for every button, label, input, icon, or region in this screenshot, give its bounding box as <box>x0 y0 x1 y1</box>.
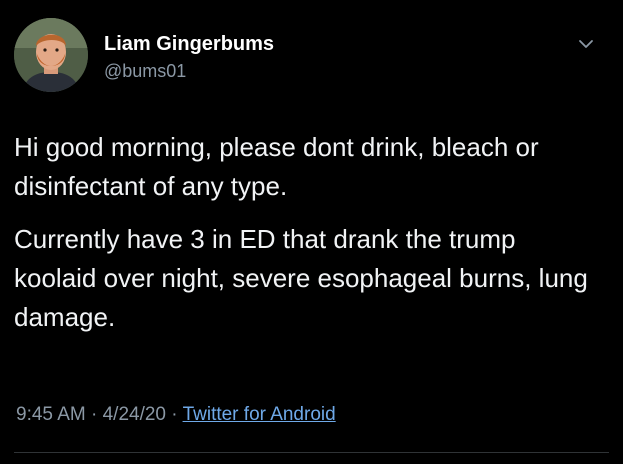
tweet-paragraph: Currently have 3 in ED that drank the tr… <box>14 224 588 332</box>
tweet-source-link[interactable]: Twitter for Android <box>183 404 336 425</box>
tweet-paragraph: Hi good morning, please dont drink, blea… <box>14 132 539 201</box>
tweet-card: Liam Gingerbums @bums01 Hi good morning,… <box>0 0 623 464</box>
tweet-time[interactable]: 9:45 AM <box>16 404 86 425</box>
author-display-name[interactable]: Liam Gingerbums <box>104 33 274 56</box>
author-handle[interactable]: @bums01 <box>104 61 186 82</box>
meta-separator: · <box>171 404 178 425</box>
chevron-down-icon <box>579 40 593 48</box>
tweet-menu-button[interactable] <box>576 36 596 52</box>
divider <box>14 452 609 453</box>
tweet-date[interactable]: 4/24/20 <box>103 404 166 425</box>
avatar[interactable] <box>14 18 88 92</box>
tweet-text: Hi good morning, please dont drink, blea… <box>14 128 604 337</box>
avatar-image <box>14 18 88 92</box>
tweet-meta: 9:45 AM · 4/24/20 · Twitter for Android <box>16 404 336 426</box>
meta-separator: · <box>91 404 98 425</box>
